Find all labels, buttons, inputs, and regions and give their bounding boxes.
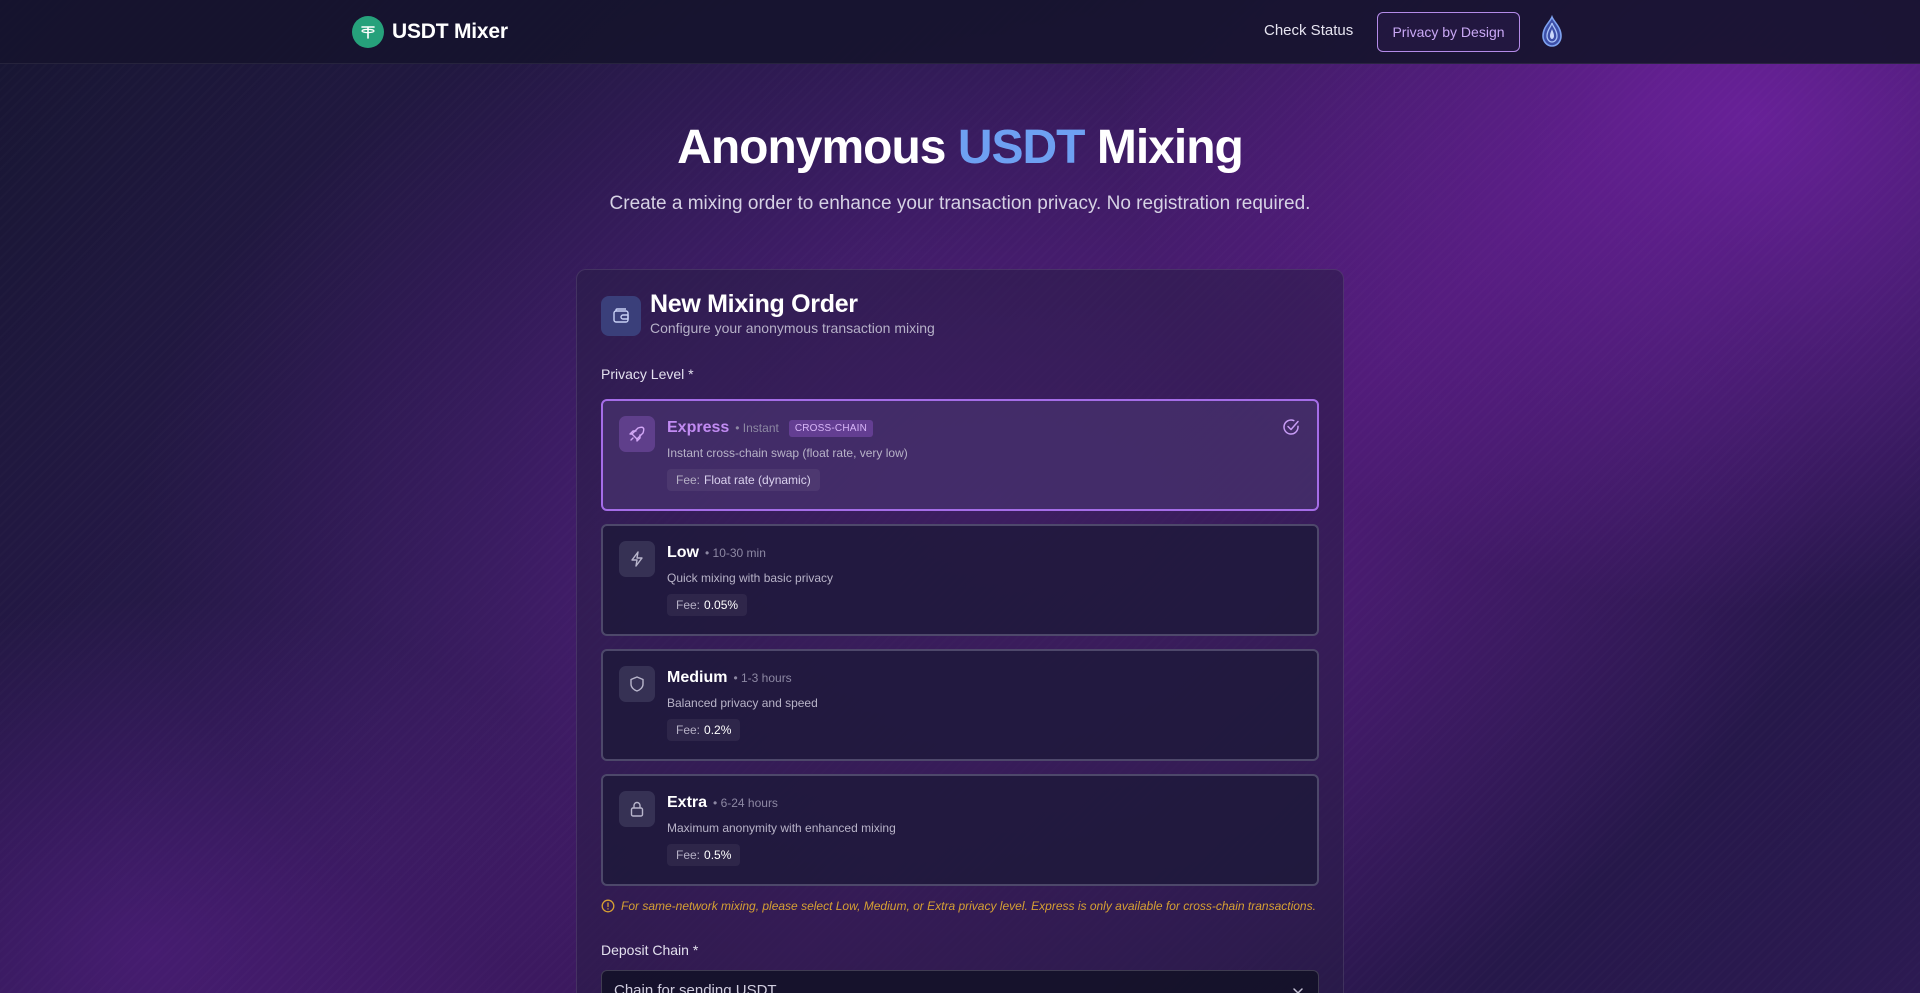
onion-icon[interactable] (1538, 14, 1566, 50)
option-time: • Instant (735, 421, 779, 435)
lock-icon (619, 791, 655, 827)
tether-logo-icon (352, 16, 384, 48)
card-title: New Mixing Order (650, 290, 858, 318)
brand-name: USDT Mixer (392, 20, 508, 43)
option-fee: Fee: 0.05% (667, 594, 748, 616)
chevron-down-icon (1293, 988, 1303, 993)
hero-subtitle: Create a mixing order to enhance your tr… (609, 193, 1311, 214)
shield-icon (619, 666, 655, 702)
card-subtitle: Configure your anonymous transaction mix… (650, 320, 935, 336)
alert-circle-icon (601, 899, 615, 913)
top-navbar: USDT Mixer Check Status Privacy by Desig… (0, 0, 1920, 64)
deposit-chain-label: Deposit Chain * (601, 942, 699, 958)
warning-text: For same-network mixing, please select L… (621, 899, 1316, 913)
option-fee: Fee: Float rate (dynamic) (667, 469, 820, 491)
same-network-warning: For same-network mixing, please select L… (601, 899, 1316, 913)
lightning-icon (619, 541, 655, 577)
check-circle-icon (1283, 419, 1299, 435)
option-description: Quick mixing with basic privacy (667, 571, 834, 585)
option-time: • 10-30 min (705, 546, 766, 560)
option-name: Medium (667, 669, 728, 686)
rocket-icon (619, 416, 655, 452)
privacy-level-label: Privacy Level * (601, 366, 694, 382)
option-name: Low (667, 544, 699, 561)
option-name: Express (667, 419, 730, 436)
privacy-option-express[interactable]: Express • Instant CROSS-CHAIN Instant cr… (601, 399, 1319, 511)
deposit-chain-placeholder: Chain for sending USDT (614, 982, 777, 993)
privacy-option-medium[interactable]: Medium • 1-3 hours Balanced privacy and … (601, 649, 1319, 761)
option-description: Balanced privacy and speed (667, 696, 818, 710)
brand[interactable]: USDT Mixer (352, 16, 508, 48)
deposit-chain-select[interactable]: Chain for sending USDT (601, 970, 1319, 993)
option-description: Instant cross-chain swap (float rate, ve… (667, 446, 908, 460)
wallet-icon (601, 296, 641, 336)
privacy-by-design-button[interactable]: Privacy by Design (1377, 12, 1520, 52)
privacy-option-extra[interactable]: Extra • 6-24 hours Maximum anonymity wit… (601, 774, 1319, 886)
new-order-card: New Mixing Order Configure your anonymou… (576, 269, 1344, 993)
hero-title-accent: USDT (957, 121, 1086, 174)
option-fee: Fee: 0.2% (667, 719, 741, 741)
option-fee: Fee: 0.5% (667, 844, 741, 866)
option-name: Extra (667, 794, 708, 811)
cross-chain-badge: CROSS-CHAIN (788, 419, 874, 437)
privacy-option-low[interactable]: Low • 10-30 min Quick mixing with basic … (601, 524, 1319, 636)
hero-title: Anonymous USDT Mixing (677, 121, 1244, 174)
option-time: • 1-3 hours (733, 671, 792, 685)
option-description: Maximum anonymity with enhanced mixing (667, 821, 896, 835)
option-time: • 6-24 hours (713, 796, 778, 810)
check-status-link[interactable]: Check Status (1264, 22, 1353, 39)
